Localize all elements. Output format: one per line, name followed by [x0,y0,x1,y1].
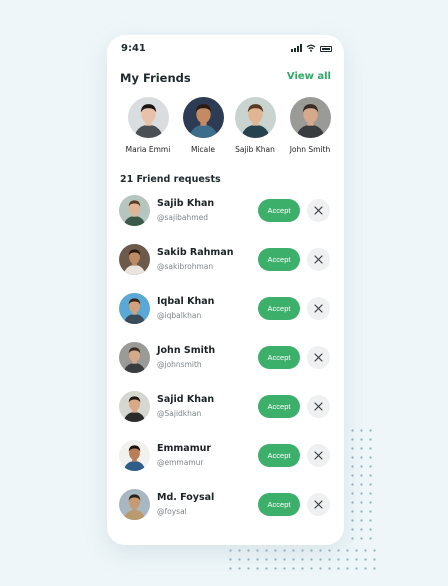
friend-name: Maria Emmi [125,145,171,154]
close-icon [314,500,323,509]
friend-card[interactable]: John Smith [280,97,340,154]
friend-name: Micale [191,145,215,154]
avatar [127,97,169,138]
decorative-dots [226,546,376,576]
request-handle: @emmamur [157,458,204,467]
view-all-link[interactable]: View all [287,71,331,82]
request-handle: @Sajidkhan [157,409,202,418]
avatar[interactable] [119,293,150,324]
decorative-dots [348,426,378,546]
close-icon [314,206,323,215]
accept-button[interactable]: Accept [258,346,300,369]
dismiss-button[interactable] [307,297,330,320]
wifi-icon [306,44,316,52]
avatar[interactable] [119,489,150,520]
accept-button[interactable]: Accept [258,248,300,271]
request-name: John Smith [157,345,216,356]
close-icon [314,304,323,313]
battery-icon [320,46,332,52]
dismiss-button[interactable] [307,493,330,516]
dismiss-button[interactable] [307,395,330,418]
dismiss-button[interactable] [307,199,330,222]
close-icon [314,451,323,460]
friend-request-row: Sajid Khan @Sajidkhan Accept [107,391,344,423]
close-icon [314,255,323,264]
request-name: Md. Foysal [157,492,215,503]
friend-request-row: John Smith @johnsmith Accept [107,342,344,374]
friend-request-row: Sajib Khan @sajibahmed Accept [107,195,344,227]
friend-card[interactable]: Maria Emmi [118,97,178,154]
friend-card[interactable]: Sajib Khan [225,97,285,154]
accept-button[interactable]: Accept [258,297,300,320]
friend-requests-title: 21 Friend requests [120,174,221,185]
avatar[interactable] [119,440,150,471]
dismiss-button[interactable] [307,248,330,271]
friend-card[interactable]: Micale [173,97,233,154]
avatar [182,97,224,138]
request-name: Iqbal Khan [157,296,215,307]
signal-icon [291,44,302,52]
avatar[interactable] [119,391,150,422]
phone-screen: 9:41 My Friends View all Maria Emmi Mica… [107,35,344,545]
request-name: Sajid Khan [157,394,215,405]
accept-button[interactable]: Accept [258,395,300,418]
close-icon [314,402,323,411]
avatar[interactable] [119,244,150,275]
request-handle: @iqbalkhan [157,311,202,320]
accept-button[interactable]: Accept [258,493,300,516]
friend-request-row: Emmamur @emmamur Accept [107,440,344,472]
accept-button[interactable]: Accept [258,444,300,467]
request-handle: @johnsmith [157,360,202,369]
friend-request-row: Iqbal Khan @iqbalkhan Accept [107,293,344,325]
request-name: Sakib Rahman [157,247,234,258]
friend-request-row: Sakib Rahman @sakibrohman Accept [107,244,344,276]
avatar[interactable] [119,195,150,226]
avatar [234,97,276,138]
status-time: 9:41 [121,43,146,54]
request-name: Sajib Khan [157,198,215,209]
request-handle: @sakibrohman [157,262,214,271]
close-icon [314,353,323,362]
request-handle: @foysal [157,507,187,516]
accept-button[interactable]: Accept [258,199,300,222]
friend-name: John Smith [289,145,331,154]
friend-name: Sajib Khan [235,145,275,154]
status-icons [291,44,332,52]
my-friends-title: My Friends [120,71,191,85]
request-handle: @sajibahmed [157,213,208,222]
dismiss-button[interactable] [307,346,330,369]
request-name: Emmamur [157,443,212,454]
avatar [289,97,331,138]
dismiss-button[interactable] [307,444,330,467]
friend-request-row: Md. Foysal @foysal Accept [107,489,344,521]
friends-carousel: Maria Emmi Micale Sajib Khan John Smith [107,97,344,157]
status-bar: 9:41 [107,35,344,63]
avatar[interactable] [119,342,150,373]
